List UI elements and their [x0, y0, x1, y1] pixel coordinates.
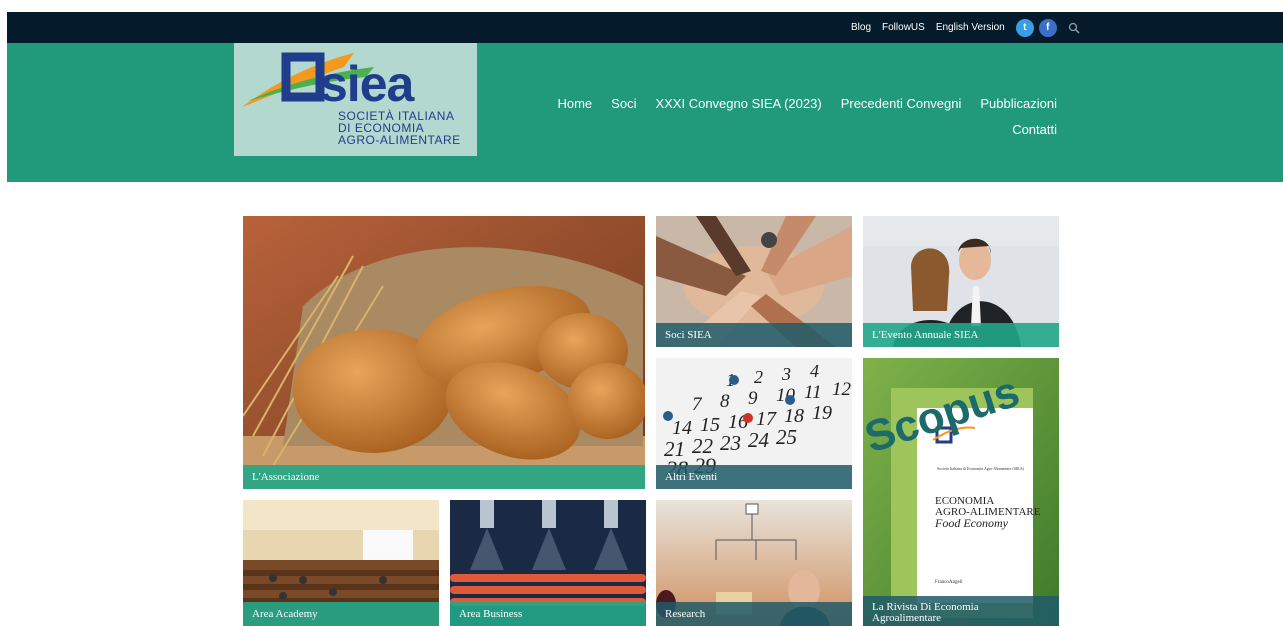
- follow-us-link[interactable]: FollowUS: [882, 22, 925, 33]
- facebook-icon[interactable]: f: [1038, 18, 1057, 37]
- calendar-day: 2: [754, 367, 763, 387]
- calendar-day: 8: [720, 391, 730, 412]
- caption-rivista-line-2: Agroalimentare: [872, 612, 942, 624]
- calendar-day: 9: [748, 388, 758, 409]
- nav-convegno-2023[interactable]: XXXI Convegno SIEA (2023): [655, 91, 821, 117]
- twitter-icon[interactable]: t: [1015, 18, 1034, 37]
- siea-logo[interactable]: siea SOCIETÀ ITALIANA DI ECONOMIA AGRO-A…: [234, 43, 477, 156]
- caption-research: Research: [656, 602, 852, 626]
- caption-soci: Soci SIEA: [656, 323, 852, 347]
- caption-associazione: L'Associazione: [243, 465, 645, 489]
- calendar-day: 23: [720, 431, 741, 455]
- tile-evento-annuale[interactable]: L'Evento Annuale SIEA: [863, 216, 1059, 347]
- tile-soci[interactable]: Soci SIEA: [656, 216, 852, 347]
- caption-rivista: La Rivista Di Economia Agroalimentare: [863, 596, 1059, 626]
- logo-word: siea: [320, 56, 414, 112]
- tile-rivista[interactable]: Scopus Società Italiana di Economia Agro…: [863, 358, 1059, 626]
- calendar-day: 3: [781, 364, 791, 384]
- calendar-day: 11: [804, 382, 822, 403]
- calendar-day: 15: [700, 414, 720, 436]
- calendar-day: 17: [756, 408, 777, 430]
- tile-area-academy[interactable]: Area Academy: [243, 500, 439, 626]
- english-version-link[interactable]: English Version: [936, 22, 1005, 33]
- cover-title-3: Food Economy: [934, 516, 1009, 530]
- caption-area-business: Area Business: [450, 602, 646, 626]
- caption-area-academy: Area Academy: [243, 602, 439, 626]
- calendar-day: 18: [784, 405, 804, 427]
- top-bar: Blog FollowUS English Version t f: [7, 12, 1283, 43]
- blog-link[interactable]: Blog: [851, 22, 871, 33]
- journal-cover-image: Scopus Società Italiana di Economia Agro…: [863, 358, 1059, 626]
- caption-evento-annuale: L'Evento Annuale SIEA: [863, 323, 1059, 347]
- bread-image: [243, 216, 645, 489]
- header: siea SOCIETÀ ITALIANA DI ECONOMIA AGRO-A…: [7, 43, 1283, 182]
- nav-home[interactable]: Home: [557, 91, 592, 117]
- main-nav: Home Soci XXXI Convegno SIEA (2023) Prec…: [547, 91, 1057, 143]
- calendar-day: 25: [776, 425, 797, 449]
- tile-research[interactable]: Research: [656, 500, 852, 626]
- nav-precedenti-convegni[interactable]: Precedenti Convegni: [841, 91, 962, 117]
- nav-contatti[interactable]: Contatti: [1012, 122, 1057, 137]
- calendar-day: 24: [748, 428, 770, 452]
- logo-line-3: AGRO-ALIMENTARE: [338, 133, 461, 147]
- tile-altri-eventi[interactable]: 123478910111214151617181921222324252829 …: [656, 358, 852, 489]
- top-links: Blog FollowUS English Version t f: [851, 12, 1080, 43]
- calendar-day: 14: [672, 417, 692, 439]
- tile-area-business[interactable]: Area Business: [450, 500, 646, 626]
- tile-associazione[interactable]: L'Associazione: [243, 216, 645, 489]
- calendar-day: 19: [812, 402, 832, 424]
- cover-society: Società Italiana di Economia Agro-Alimen…: [937, 466, 1025, 471]
- nav-soci[interactable]: Soci: [611, 91, 636, 117]
- cover-publisher: FrancoAngeli: [935, 580, 963, 585]
- search-icon[interactable]: [1068, 22, 1080, 34]
- calendar-day: 7: [692, 394, 703, 415]
- calendar-day: 4: [810, 361, 819, 381]
- logo-subtitle: SOCIETÀ ITALIANA DI ECONOMIA AGRO-ALIMEN…: [338, 110, 461, 146]
- caption-altri-eventi: Altri Eventi: [656, 465, 852, 489]
- nav-pubblicazioni[interactable]: Pubblicazioni: [980, 91, 1057, 117]
- calendar-day: 12: [832, 379, 852, 400]
